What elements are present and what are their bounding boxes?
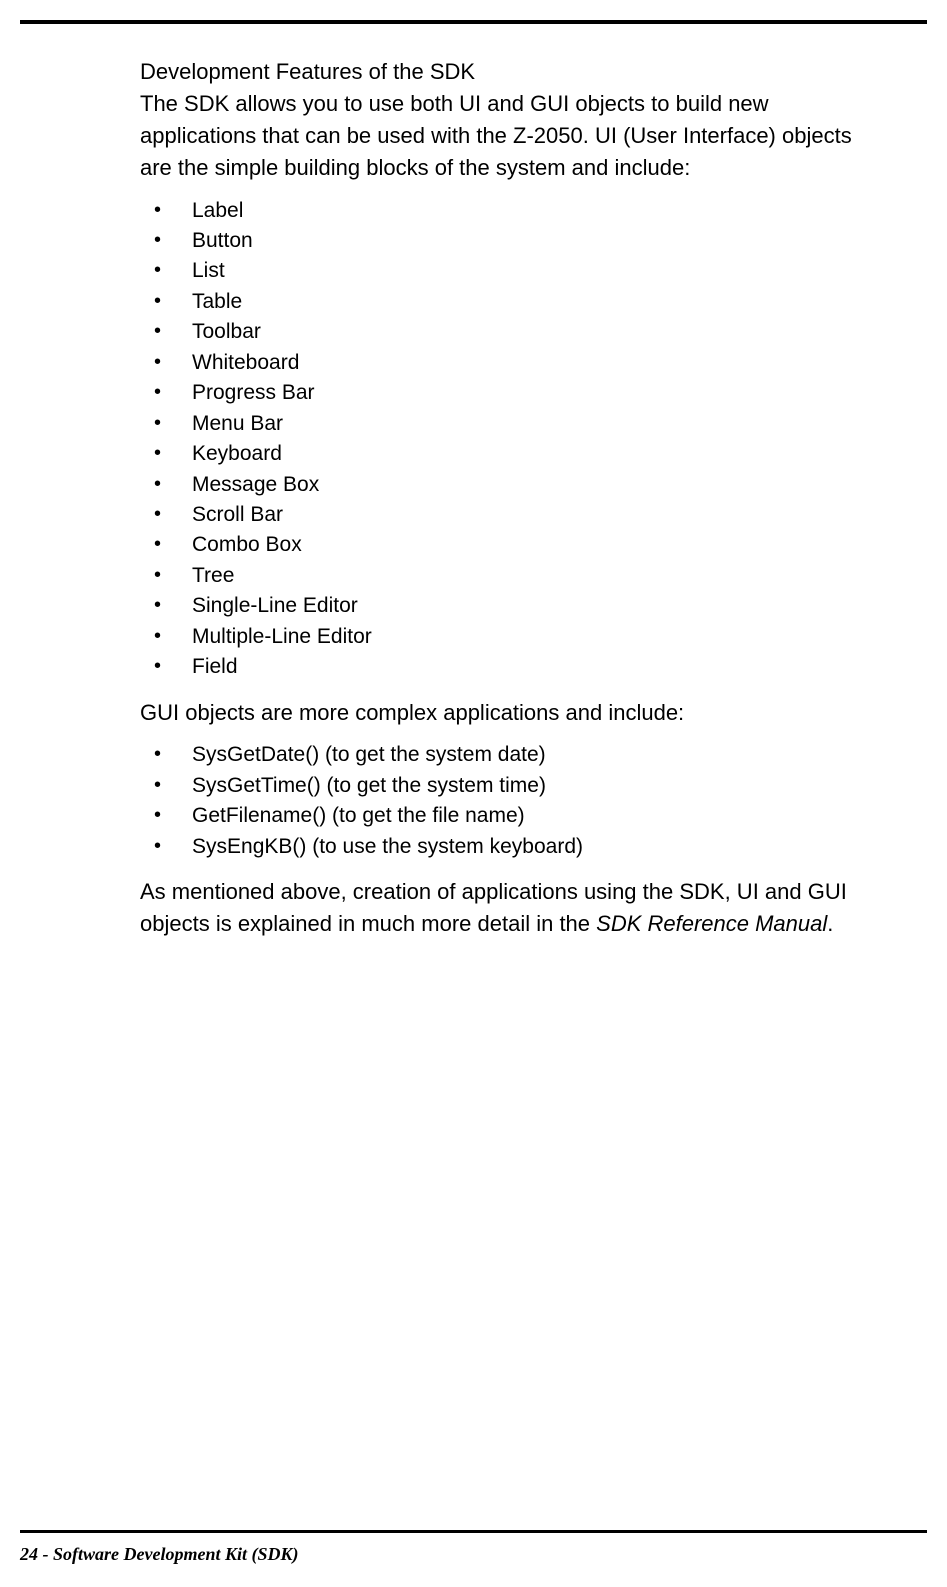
gui-objects-list: SysGetDate() (to get the system date)Sys… [140, 740, 885, 862]
closing-post: . [827, 911, 833, 936]
list-item: Tree [140, 561, 885, 591]
list-item: Multiple-Line Editor [140, 622, 885, 652]
list-item: List [140, 256, 885, 286]
bottom-rule [20, 1530, 927, 1533]
list-item: SysGetTime() (to get the system time) [140, 771, 885, 801]
list-item: Field [140, 652, 885, 682]
page-content: Development Features of the SDK The SDK … [140, 56, 885, 940]
list-item: Progress Bar [140, 378, 885, 408]
page-footer: 24 - Software Development Kit (SDK) [20, 1544, 298, 1565]
list-item: Scroll Bar [140, 500, 885, 530]
list-item: Whiteboard [140, 348, 885, 378]
list-item: Table [140, 287, 885, 317]
ui-objects-list: LabelButtonListTableToolbarWhiteboardPro… [140, 196, 885, 683]
list-item: Keyboard [140, 439, 885, 469]
top-rule [20, 20, 927, 24]
section-heading: Development Features of the SDK [140, 56, 885, 88]
closing-italic: SDK Reference Manual [596, 911, 827, 936]
list-item: Single-Line Editor [140, 591, 885, 621]
list-item: Toolbar [140, 317, 885, 347]
list-item: Combo Box [140, 530, 885, 560]
list-item: Label [140, 196, 885, 226]
list-item: Button [140, 226, 885, 256]
list-item: Menu Bar [140, 409, 885, 439]
list-item: SysGetDate() (to get the system date) [140, 740, 885, 770]
closing-paragraph: As mentioned above, creation of applicat… [140, 876, 885, 940]
gui-intro: GUI objects are more complex application… [140, 697, 885, 729]
list-item: Message Box [140, 470, 885, 500]
list-item: GetFilename() (to get the file name) [140, 801, 885, 831]
list-item: SysEngKB() (to use the system keyboard) [140, 832, 885, 862]
intro-paragraph: The SDK allows you to use both UI and GU… [140, 88, 885, 184]
